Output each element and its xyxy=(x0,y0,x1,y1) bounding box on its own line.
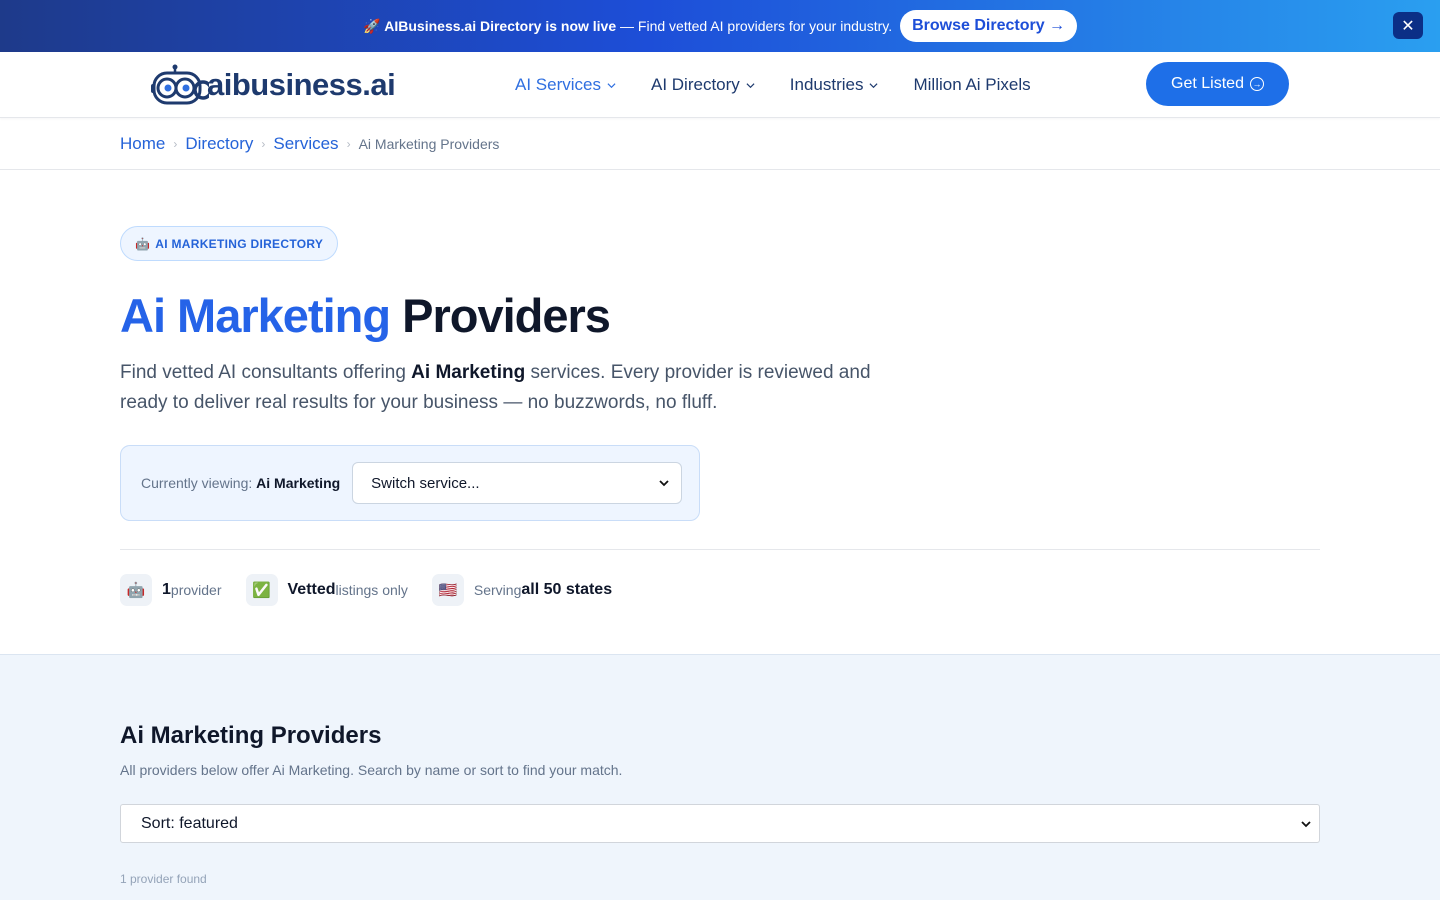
check-mark-icon: ✅ xyxy=(245,574,278,606)
breadcrumb-home[interactable]: Home xyxy=(120,134,165,154)
stat-vetted-label: listings only xyxy=(335,582,408,598)
announcement-bold: AIBusiness.ai Directory is now live xyxy=(384,17,617,34)
chevron-down-icon xyxy=(1301,820,1311,827)
breadcrumb-services[interactable]: Services xyxy=(273,134,338,154)
robot-icon: 🤖 xyxy=(120,574,152,606)
stats-row: 🤖 1 provider ✅ Vetted listings only 🇺🇸 S… xyxy=(120,574,636,606)
stat-states: 🇺🇸 Serving all 50 states xyxy=(431,574,613,606)
nav-industries[interactable]: Industries xyxy=(790,75,879,95)
results-count: 1 provider found xyxy=(120,872,207,886)
announcement-bar: 🚀 AIBusiness.ai Directory is now live — … xyxy=(0,0,1440,52)
close-icon: ✕ xyxy=(1401,17,1415,35)
chevron-down-icon xyxy=(746,82,755,88)
sort-select-value: Sort: featured xyxy=(141,814,238,832)
chevron-down-icon xyxy=(607,82,616,88)
get-listed-button[interactable]: Get Listed → xyxy=(1146,62,1289,106)
hero-section: 🤖 AI MARKETING DIRECTORY Ai Marketing Pr… xyxy=(0,170,1440,654)
nav-million-ai-pixels-label: Million Ai Pixels xyxy=(913,75,1031,94)
stat-states-label: Serving xyxy=(473,582,522,598)
breadcrumb: Home › Directory › Services › Ai Marketi… xyxy=(0,118,1440,170)
page-title: Ai Marketing Providers xyxy=(120,288,611,344)
nav-ai-directory[interactable]: AI Directory xyxy=(651,75,755,95)
stat-provider-count-value: 1 xyxy=(162,581,171,598)
providers-heading: Ai Marketing Providers xyxy=(120,722,382,749)
category-badge: 🤖 AI MARKETING DIRECTORY xyxy=(120,226,339,261)
service-switcher: Currently viewing: Ai Marketing Switch s… xyxy=(120,445,700,521)
breadcrumb-separator: › xyxy=(261,136,266,151)
page-title-accent: Ai Marketing xyxy=(120,289,391,342)
page-description-start: Find vetted AI consultants offering xyxy=(120,362,412,383)
providers-subtitle: All providers below offer Ai Marketing. … xyxy=(120,762,623,778)
get-listed-label: Get Listed xyxy=(1171,75,1244,92)
chevron-down-icon xyxy=(869,82,878,88)
logo[interactable]: aibusiness.ai xyxy=(151,64,396,106)
category-badge-label: AI MARKETING DIRECTORY xyxy=(155,236,324,251)
arrow-circle-icon: → xyxy=(1249,77,1264,91)
breadcrumb-separator: › xyxy=(173,136,178,151)
page-description-service: Ai Marketing xyxy=(411,362,526,383)
close-announcement-button[interactable]: ✕ xyxy=(1393,12,1423,39)
page-description: Find vetted AI consultants offering Ai M… xyxy=(120,358,900,418)
divider xyxy=(120,549,1320,550)
sort-select[interactable]: Sort: featured xyxy=(120,804,1320,843)
currently-viewing-prefix: Currently viewing: xyxy=(141,475,257,491)
currently-viewing-label: Currently viewing: Ai Marketing xyxy=(141,475,340,491)
chevron-down-icon xyxy=(659,480,669,487)
browse-directory-button[interactable]: Browse Directory → xyxy=(900,10,1078,42)
switch-service-select[interactable]: Switch service... xyxy=(352,462,683,504)
currently-viewing-value: Ai Marketing xyxy=(256,475,341,491)
nav-industries-label: Industries xyxy=(789,75,864,94)
main-nav: AI Services AI Directory Industries Mill… xyxy=(515,52,1066,118)
announcement-rest: — Find vetted AI providers for your indu… xyxy=(616,17,893,34)
stat-states-value: all 50 states xyxy=(521,581,613,598)
page-title-rest: Providers xyxy=(390,289,611,342)
stat-provider-count-label: provider xyxy=(170,582,222,598)
site-header: aibusiness.ai AI Services AI Directory I… xyxy=(0,52,1440,118)
us-flag-icon: 🇺🇸 xyxy=(431,574,464,606)
breadcrumb-current: Ai Marketing Providers xyxy=(358,135,500,152)
announcement-text: 🚀 AIBusiness.ai Directory is now live — … xyxy=(363,18,892,35)
nav-million-ai-pixels[interactable]: Million Ai Pixels xyxy=(913,75,1030,95)
providers-section: Ai Marketing Providers All providers bel… xyxy=(0,654,1440,900)
logo-text: aibusiness.ai xyxy=(207,67,396,102)
stat-provider-count: 🤖 1 provider xyxy=(120,574,222,606)
breadcrumb-separator: › xyxy=(346,136,351,151)
nav-ai-directory-label: AI Directory xyxy=(650,75,740,94)
nav-ai-services-label: AI Services xyxy=(515,75,601,94)
robot-logo-icon xyxy=(151,64,209,105)
stat-vetted-value: Vetted xyxy=(287,581,336,598)
breadcrumb-directory[interactable]: Directory xyxy=(185,134,253,154)
stat-vetted: ✅ Vetted listings only xyxy=(245,574,408,606)
switch-service-value: Switch service... xyxy=(371,474,480,492)
rocket-icon: 🚀 xyxy=(362,17,381,34)
nav-ai-services[interactable]: AI Services xyxy=(515,75,616,95)
robot-icon: 🤖 xyxy=(135,236,151,251)
